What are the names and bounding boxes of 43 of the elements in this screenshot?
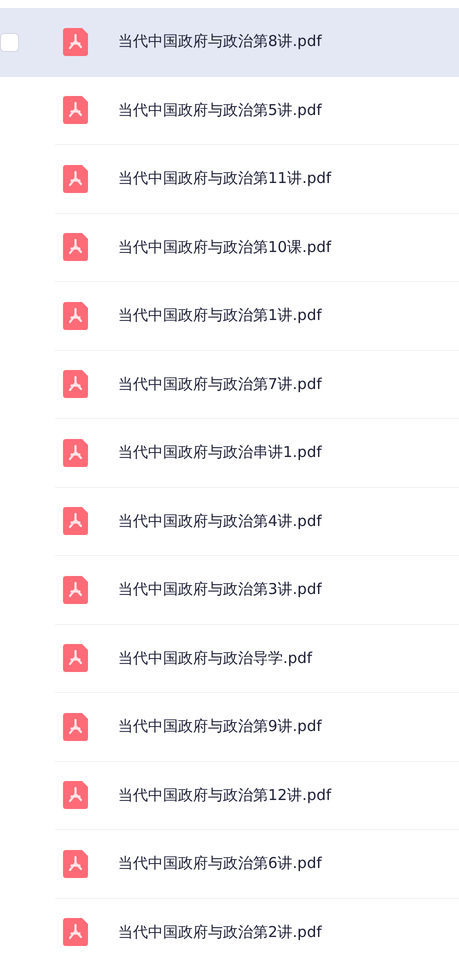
file-name[interactable]: 当代中国政府与政治串讲1.pdf bbox=[118, 443, 322, 462]
file-row[interactable]: 当代中国政府与政治第5讲.pdf bbox=[0, 76, 459, 145]
pdf-file-icon bbox=[63, 28, 88, 56]
file-row[interactable]: 当代中国政府与政治第6讲.pdf bbox=[0, 830, 459, 898]
pdf-file-icon bbox=[63, 438, 88, 467]
file-name[interactable]: 当代中国政府与政治第7讲.pdf bbox=[118, 374, 322, 394]
pdf-file-icon bbox=[63, 164, 88, 193]
file-name[interactable]: 当代中国政府与政治第9讲.pdf bbox=[118, 717, 322, 736]
file-row[interactable]: 当代中国政府与政治第7讲.pdf bbox=[0, 350, 459, 419]
pdf-file-icon bbox=[63, 712, 88, 741]
pdf-file-icon bbox=[63, 918, 88, 946]
file-name[interactable]: 当代中国政府与政治第8讲.pdf bbox=[118, 32, 322, 52]
file-name[interactable]: 当代中国政府与政治第11讲.pdf bbox=[118, 169, 332, 188]
file-row[interactable]: 当代中国政府与政治第9讲.pdf bbox=[0, 693, 459, 762]
file-row[interactable]: 当代中国政府与政治串讲1.pdf bbox=[0, 419, 459, 488]
file-row[interactable]: 当代中国政府与政治第1讲.pdf bbox=[0, 282, 459, 350]
file-name[interactable]: 当代中国政府与政治第10课.pdf bbox=[118, 238, 332, 257]
pdf-file-icon bbox=[63, 781, 88, 810]
pdf-file-icon bbox=[63, 850, 88, 878]
file-name[interactable]: 当代中国政府与政治第6讲.pdf bbox=[118, 854, 322, 874]
file-name[interactable]: 当代中国政府与政治导学.pdf bbox=[118, 648, 312, 668]
file-row[interactable]: 当代中国政府与政治第4讲.pdf bbox=[0, 488, 459, 556]
file-name[interactable]: 当代中国政府与政治第3讲.pdf bbox=[118, 580, 322, 600]
file-row[interactable]: 当代中国政府与政治第2讲.pdf bbox=[0, 898, 459, 966]
file-name[interactable]: 当代中国政府与政治第4讲.pdf bbox=[118, 512, 322, 531]
file-row[interactable]: 当代中国政府与政治第12讲.pdf bbox=[0, 762, 459, 830]
file-name[interactable]: 当代中国政府与政治第2讲.pdf bbox=[118, 922, 322, 942]
file-name[interactable]: 当代中国政府与政治第1讲.pdf bbox=[118, 306, 322, 326]
file-row[interactable]: 当代中国政府与政治导学.pdf bbox=[0, 624, 459, 693]
file-name[interactable]: 当代中国政府与政治第12讲.pdf bbox=[118, 786, 332, 805]
pdf-file-icon bbox=[63, 576, 88, 604]
pdf-file-icon bbox=[63, 96, 88, 124]
file-row[interactable]: 当代中国政府与政治第10课.pdf bbox=[0, 214, 459, 282]
file-name[interactable]: 当代中国政府与政治第5讲.pdf bbox=[118, 100, 322, 120]
pdf-file-icon bbox=[63, 644, 88, 672]
file-row[interactable]: 当代中国政府与政治第11讲.pdf bbox=[0, 145, 459, 214]
checkbox[interactable] bbox=[0, 32, 19, 52]
pdf-file-icon bbox=[63, 233, 88, 262]
pdf-file-icon bbox=[63, 370, 88, 398]
file-row[interactable]: 当代中国政府与政治第8讲.pdf bbox=[0, 8, 459, 76]
pdf-file-icon bbox=[63, 302, 88, 330]
file-row[interactable]: 当代中国政府与政治第3讲.pdf bbox=[0, 556, 459, 624]
pdf-file-icon bbox=[63, 507, 88, 536]
